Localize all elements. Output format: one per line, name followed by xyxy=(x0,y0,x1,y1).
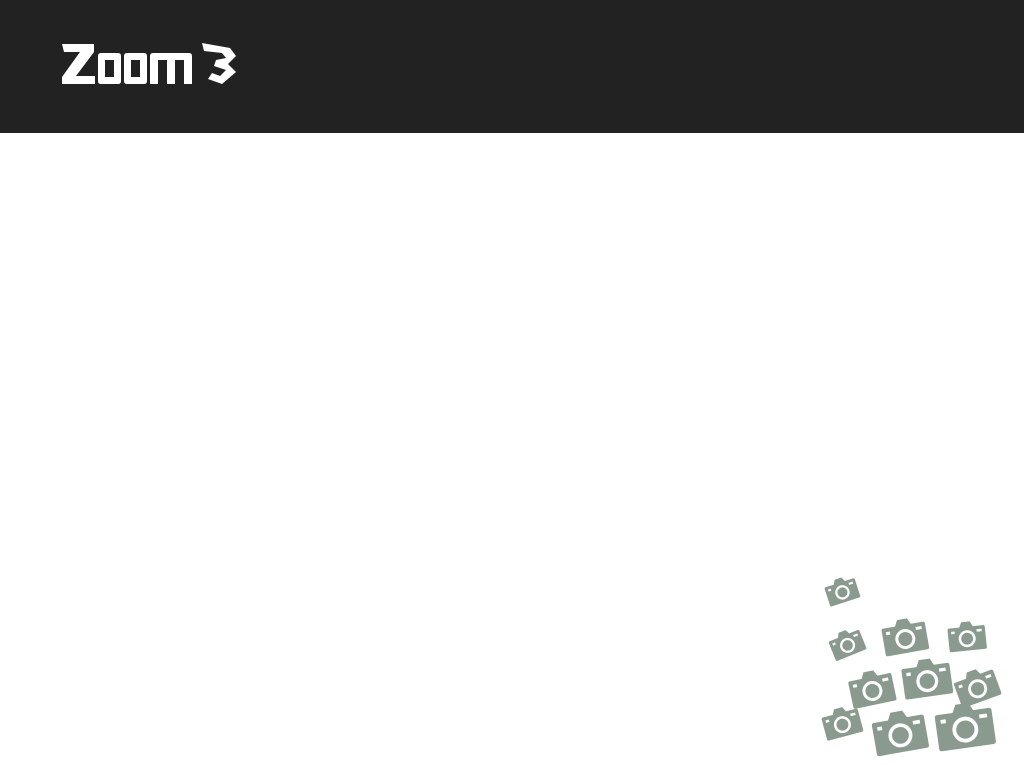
camera-cluster-icon xyxy=(810,565,1024,768)
top-header-bar xyxy=(0,0,1024,133)
zoom3-logo-icon[interactable] xyxy=(62,40,242,90)
